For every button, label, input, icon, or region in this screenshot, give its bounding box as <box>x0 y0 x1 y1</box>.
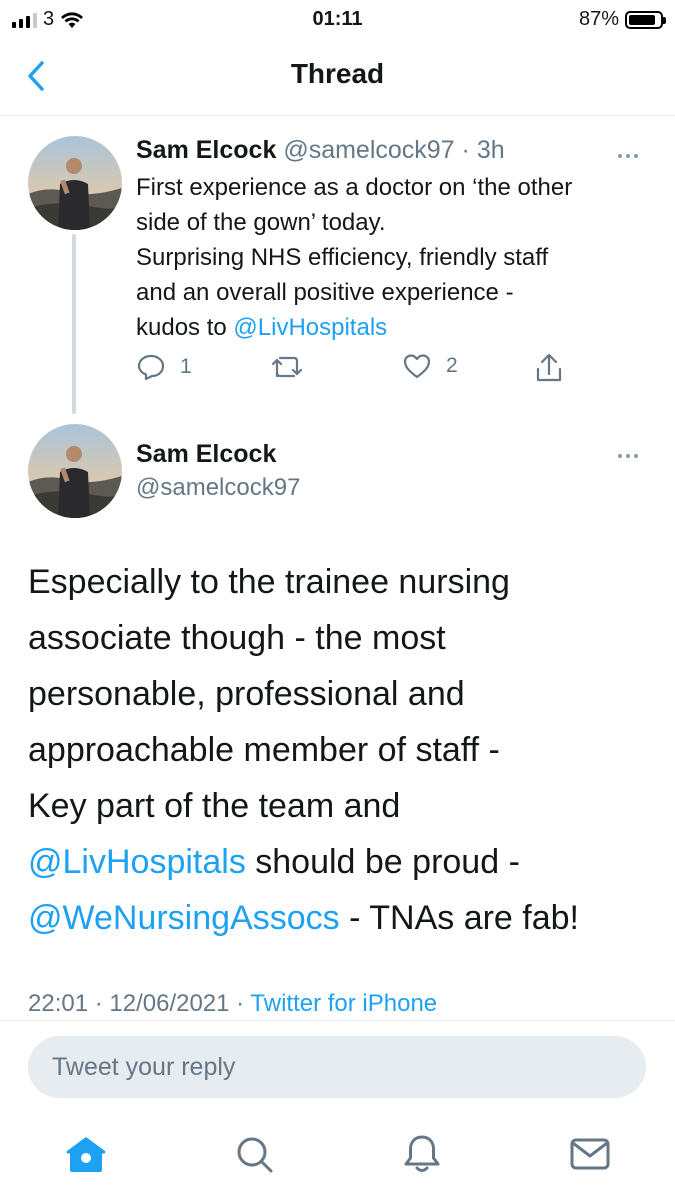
tweet-header: Sam Elcock @samelcock97 · 3h <box>136 136 505 165</box>
battery-icon <box>625 10 666 29</box>
like-button[interactable]: 2 <box>402 352 458 380</box>
battery-fill <box>629 14 656 25</box>
heart-icon <box>403 354 431 379</box>
tab-search[interactable] <box>230 1130 278 1178</box>
tweet-text-line: associate though - the most <box>28 619 446 657</box>
more-dot-icon <box>626 154 630 158</box>
status-right: 87% <box>578 8 666 31</box>
tweet-time: 3h <box>476 136 505 164</box>
tweet-text-fragment: should be proud - <box>245 843 520 881</box>
reply-count: 1 <box>180 355 192 378</box>
tweet-text-line: Especially to the trainee nursing <box>28 563 510 601</box>
share-icon <box>536 353 562 382</box>
source-link[interactable]: Twitter for iPhone <box>250 990 437 1017</box>
tab-bar <box>0 1110 675 1200</box>
retweet-icon <box>271 356 303 378</box>
tweet-text-line: and an overall positive experience - <box>136 279 514 306</box>
more-options-button[interactable] <box>610 446 646 466</box>
page-title: Thread <box>290 58 385 89</box>
tweet-text-line: @WeNursingAssocs - TNAs are fab! <box>28 890 668 946</box>
tweet-text-line: approachable member of staff - <box>28 731 500 769</box>
messages-icon <box>570 1138 610 1170</box>
timestamp-text: 22:01 · 12/06/2021 · <box>28 990 251 1017</box>
nav-bar: Thread <box>0 38 675 116</box>
status-bar: 3 01:11 87% <box>0 0 675 38</box>
author-name[interactable]: Sam Elcock <box>136 136 276 164</box>
more-dot-icon <box>634 454 638 458</box>
tweet-text-line: @LivHospitals should be proud - <box>28 834 668 890</box>
reply-placeholder: Tweet your reply <box>52 1052 236 1081</box>
avatar[interactable] <box>28 424 122 518</box>
more-dot-icon <box>618 454 622 458</box>
battery-percent: 87% <box>578 8 619 30</box>
tweet-text: First experience as a doctor on ‘the oth… <box>136 170 656 345</box>
tweet-text-fragment: - TNAs are fab! <box>339 899 580 937</box>
tweet-text-line: Surprising NHS efficiency, friendly staf… <box>136 244 549 271</box>
mention-link[interactable]: @LivHospitals <box>28 843 246 881</box>
share-button[interactable] <box>534 352 564 384</box>
tweet-text-line: side of the gown’ today. <box>136 209 386 236</box>
tweet-actions: 1 2 <box>136 352 576 388</box>
author-handle[interactable]: @samelcock97 <box>283 136 454 164</box>
author-handle[interactable]: @samelcock97 <box>136 474 300 502</box>
status-time: 01:11 <box>312 8 363 30</box>
home-icon <box>66 1137 106 1172</box>
tab-home[interactable] <box>62 1130 110 1178</box>
tweet-parent[interactable]: Sam Elcock @samelcock97 · 3h First exper… <box>0 116 675 416</box>
divider <box>0 1020 675 1021</box>
reply-button[interactable]: 1 <box>136 352 192 382</box>
more-dot-icon <box>626 454 630 458</box>
tweet-text-line: First experience as a doctor on ‘the oth… <box>136 174 573 201</box>
tab-notifications[interactable] <box>398 1130 446 1178</box>
mention-link[interactable]: @WeNursingAssocs <box>28 899 340 937</box>
like-count: 2 <box>446 354 458 377</box>
tab-messages[interactable] <box>566 1130 614 1178</box>
more-dot-icon <box>618 154 622 158</box>
author-name[interactable]: Sam Elcock <box>136 440 276 469</box>
reply-icon <box>137 354 165 381</box>
tweet-text-line: personable, professional and <box>28 675 465 713</box>
tweet-text-fragment: kudos to <box>136 314 234 341</box>
tweet-text: Especially to the trainee nursing associ… <box>28 554 668 946</box>
mention-link[interactable]: @LivHospitals <box>233 314 387 341</box>
tweet-timestamp: 22:01 · 12/06/2021 · Twitter for iPhone <box>28 990 437 1018</box>
more-dot-icon <box>634 154 638 158</box>
search-icon <box>237 1137 273 1173</box>
tweet-text-line: Key part of the team and <box>28 787 401 825</box>
more-options-button[interactable] <box>610 146 646 166</box>
notifications-icon <box>404 1135 440 1172</box>
separator: · <box>461 136 470 164</box>
retweet-button[interactable] <box>270 352 304 382</box>
avatar[interactable] <box>28 136 122 230</box>
tweet-text-line: kudos to @LivHospitals <box>136 310 656 345</box>
reply-input[interactable]: Tweet your reply <box>28 1036 646 1098</box>
